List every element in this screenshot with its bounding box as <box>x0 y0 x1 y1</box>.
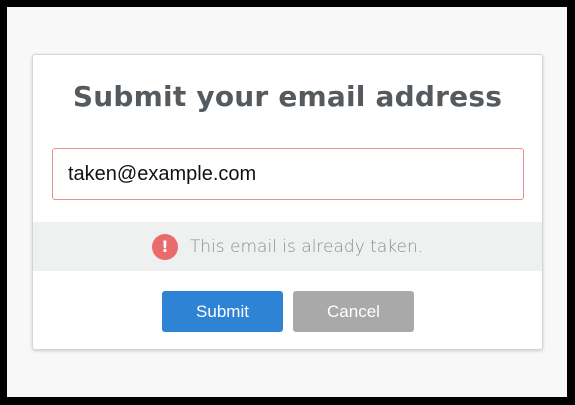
email-field[interactable] <box>52 148 524 200</box>
exclamation-circle-icon: ! <box>151 233 178 260</box>
page-background: Submit your email address ! This email i… <box>7 7 567 397</box>
email-dialog: Submit your email address ! This email i… <box>32 54 543 350</box>
error-message-bar: ! This email is already taken. <box>33 222 542 271</box>
submit-button[interactable]: Submit <box>162 291 283 332</box>
cancel-button[interactable]: Cancel <box>293 291 414 332</box>
error-message: This email is already taken. <box>189 236 424 257</box>
dialog-title: Submit your email address <box>72 80 503 113</box>
